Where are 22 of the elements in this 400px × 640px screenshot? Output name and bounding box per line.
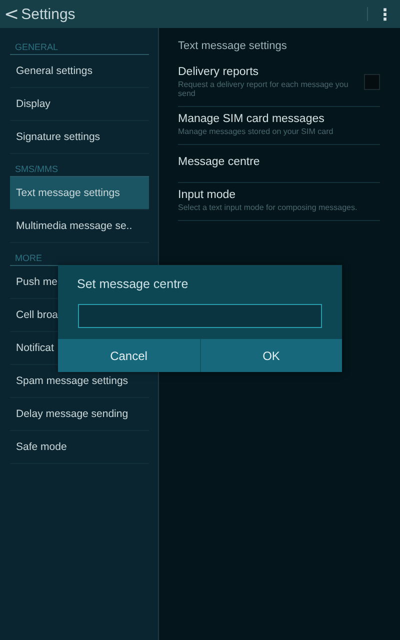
sidebar-item[interactable]: Display — [10, 88, 149, 121]
sidebar-item[interactable]: Signature settings — [10, 121, 149, 154]
dialog-title: Set message centre — [76, 276, 190, 293]
sidebar-item[interactable]: Delay message sending — [10, 398, 149, 431]
screen-title: Settings — [21, 6, 76, 22]
setting-description: Manage messages stored on your SIM card — [178, 126, 334, 136]
setting-title[interactable]: Manage SIM card messages — [178, 112, 380, 124]
setting-title[interactable]: Message centre — [178, 156, 380, 168]
menu-button[interactable]: ⋮ — [376, 4, 394, 24]
setting-title[interactable]: Delivery reports — [178, 66, 358, 78]
back-button[interactable]: < — [0, 4, 22, 24]
section-header: GENERAL — [10, 32, 149, 55]
sidebar-item[interactable]: Safe mode — [10, 431, 149, 464]
input-field[interactable] — [78, 304, 322, 328]
checkbox[interactable] — [364, 74, 380, 90]
detail-header: Text message settings — [178, 40, 288, 52]
setting-title[interactable]: Input mode — [178, 188, 380, 200]
setting-description: Request a delivery report for each message you send — [178, 80, 350, 98]
sidebar-item[interactable]: General settings — [10, 55, 149, 88]
sidebar-item[interactable]: Text message settings — [10, 177, 149, 210]
sidebar-item[interactable]: Multimedia message se.. — [10, 210, 149, 243]
setting-description: Select a text input mode for composing messages. — [178, 202, 358, 212]
